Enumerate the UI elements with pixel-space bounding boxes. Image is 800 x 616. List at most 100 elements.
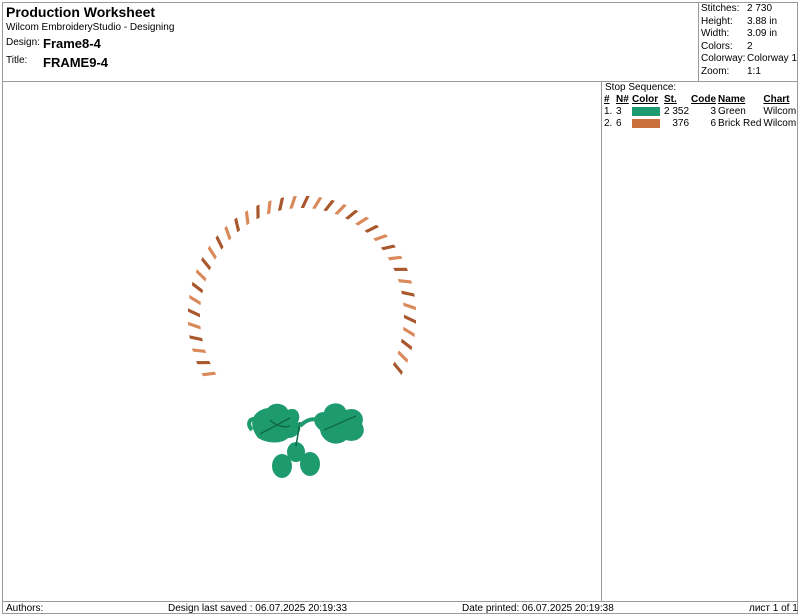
row-needle: 3 xyxy=(616,106,622,117)
design-title: FRAME9-4 xyxy=(43,55,109,70)
zigzag-frame-stitches xyxy=(187,195,417,377)
stat-value: 1:1 xyxy=(747,65,761,77)
frame-stitch xyxy=(191,281,204,294)
frame-stitch xyxy=(189,294,201,306)
frame-stitch xyxy=(244,210,250,226)
frame-stitch xyxy=(289,195,297,209)
stat-value: Colorway 1 xyxy=(747,53,798,65)
frame-stitch xyxy=(393,267,409,272)
page-title: Production Worksheet xyxy=(6,4,156,20)
frame-stitch xyxy=(207,245,217,260)
stop-sequence-table: # N# Color St. Code Name Chart 1. 3 2 35… xyxy=(603,94,797,130)
stop-sequence-title: Stop Sequence: xyxy=(605,82,677,93)
row-stitches: 2 352 xyxy=(664,106,690,117)
footer-page-number: лист 1 of 1 xyxy=(749,603,798,614)
frame-stitch xyxy=(201,256,212,271)
stat-colorway: Colorway: Colorway 1 xyxy=(701,53,797,66)
frame-stitch xyxy=(189,335,203,342)
frame-stitch xyxy=(344,209,359,220)
frame-stitch xyxy=(403,326,415,338)
leaf-shape xyxy=(252,403,301,443)
frame-stitch xyxy=(195,269,207,282)
footer-authors: Authors: xyxy=(6,603,44,614)
row-code: 6 xyxy=(710,118,717,129)
stat-zoom: Zoom: 1:1 xyxy=(701,66,797,79)
table-header-row: # N# Color St. Code Name Chart xyxy=(603,94,797,106)
frame-stitch xyxy=(201,371,217,377)
frame-stitch xyxy=(300,196,310,208)
header-bottom-rule xyxy=(2,81,798,82)
frame-stitch xyxy=(400,338,413,351)
stat-height: Height: 3.88 in xyxy=(701,16,797,29)
footer-rule xyxy=(2,601,798,602)
stat-label: Width: xyxy=(701,28,730,40)
row-index: 2. xyxy=(604,118,613,129)
row-stitches: 376 xyxy=(672,118,690,129)
stat-stitches: Stitches: 2 730 xyxy=(701,3,797,16)
col-header-index: # xyxy=(604,94,610,105)
embroidery-design-preview xyxy=(187,195,417,478)
stat-colors: Colors: 2 xyxy=(701,41,797,54)
frame-stitch xyxy=(380,244,396,251)
frame-stitch xyxy=(188,308,200,318)
table-row: 1. 3 2 352 3 Green Wilcom xyxy=(603,106,797,118)
frame-stitch xyxy=(334,204,347,215)
panel-divider xyxy=(601,81,602,601)
col-header-needle: N# xyxy=(616,94,629,105)
row-color xyxy=(631,106,663,118)
design-stats: Stitches: 2 730 Height: 3.88 in Width: 3.09… xyxy=(701,3,797,79)
stat-value: 2 730 xyxy=(747,3,773,14)
stat-width: Width: 3.09 in xyxy=(701,28,797,41)
frame-stitch xyxy=(387,255,403,261)
stat-label: Stitches: xyxy=(701,3,740,14)
frame-stitch xyxy=(323,199,335,212)
frame-stitch xyxy=(277,197,285,212)
stat-label: Zoom: xyxy=(701,65,730,77)
frame-stitch xyxy=(224,225,232,241)
title-label: Title: xyxy=(6,55,28,66)
stat-value: 3.88 in xyxy=(747,15,778,27)
frame-stitch xyxy=(191,348,207,353)
frame-stitch xyxy=(266,200,272,215)
design-name: Frame8-4 xyxy=(43,36,101,51)
frame-stitch xyxy=(256,204,260,220)
col-header-stitches: St. xyxy=(664,94,677,105)
row-name: Brick Red xyxy=(718,118,762,129)
col-header-color: Color xyxy=(632,94,659,105)
frame-stitch xyxy=(355,216,370,226)
frame-stitch xyxy=(392,361,403,376)
color-swatch xyxy=(632,106,660,116)
frame-stitch xyxy=(404,314,416,324)
design-label: Design: xyxy=(6,37,40,48)
col-header-code: Code xyxy=(691,94,717,105)
oak-leaf-motif xyxy=(247,403,364,478)
frame-stitch xyxy=(195,360,211,365)
footer-last-saved: Design last saved : 06.07.2025 20:19:33 xyxy=(168,603,348,614)
table-row: 2. 6 376 6 Brick Red Wilcom xyxy=(603,118,797,130)
footer-date-printed: Date printed: 06.07.2025 20:19:38 xyxy=(462,603,614,614)
stat-value: 2 xyxy=(747,40,753,52)
row-index: 1. xyxy=(604,106,613,117)
frame-stitch xyxy=(401,290,415,297)
header-divider xyxy=(698,2,699,82)
frame-stitch xyxy=(364,224,380,233)
frame-stitch xyxy=(187,321,201,330)
row-chart: Wilcom xyxy=(763,118,797,129)
frame-stitch xyxy=(397,279,413,284)
frame-stitch xyxy=(373,234,389,242)
row-color xyxy=(631,118,663,130)
row-name: Green xyxy=(718,106,746,117)
stat-label: Colorway: xyxy=(701,53,746,65)
row-chart: Wilcom xyxy=(763,106,797,117)
frame-stitch xyxy=(215,235,224,250)
row-code: 3 xyxy=(710,106,717,117)
color-swatch xyxy=(632,118,660,128)
frame-stitch xyxy=(312,197,323,209)
stat-label: Height: xyxy=(701,15,733,27)
col-header-name: Name xyxy=(718,94,746,105)
frame-stitch xyxy=(397,350,409,363)
stat-label: Colors: xyxy=(701,40,733,52)
software-name: Wilcom EmbroideryStudio - Designing xyxy=(6,22,175,33)
col-header-chart: Chart xyxy=(763,94,790,105)
row-needle: 6 xyxy=(616,118,622,129)
